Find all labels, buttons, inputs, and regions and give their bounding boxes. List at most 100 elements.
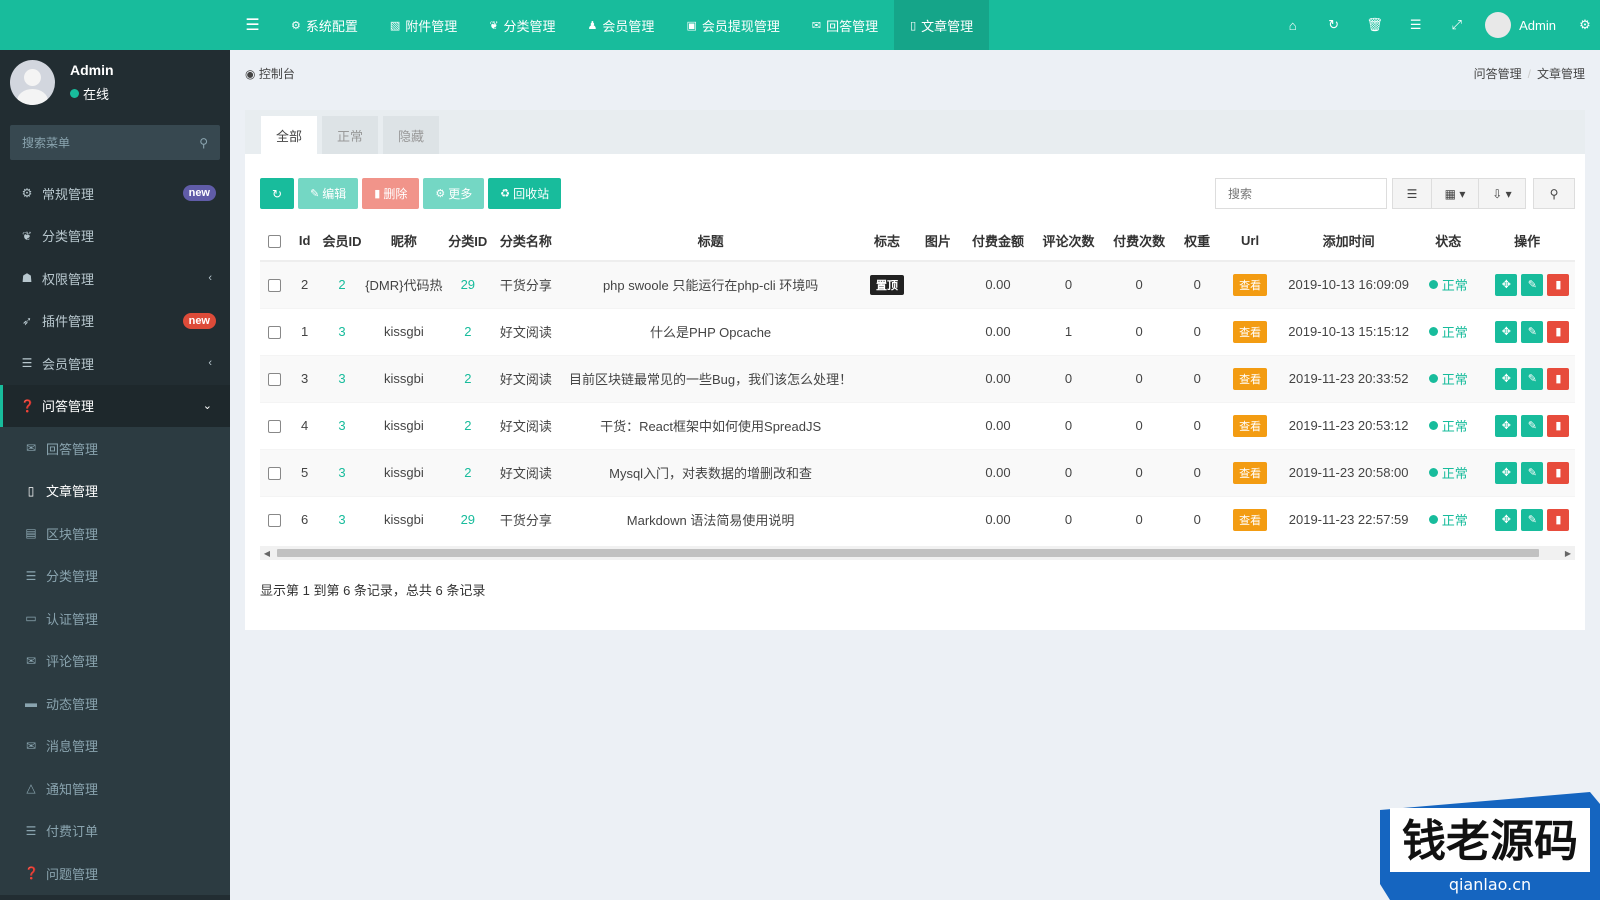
column-header[interactable]: 评论次数 <box>1033 221 1104 262</box>
sidebar-item-1[interactable]: ❦ 分类管理 <box>0 215 230 258</box>
row-checkbox[interactable] <box>260 401 290 449</box>
delete-row-button[interactable]: ▮ <box>1547 273 1570 296</box>
delete-row-button[interactable]: ▮ <box>1547 320 1570 343</box>
member_id-link[interactable]: 3 <box>338 324 345 339</box>
row-checkbox[interactable] <box>260 354 290 402</box>
sidebar-item-5[interactable]: ❓ 问答管理 ⌄ <box>0 384 230 427</box>
nav-tab-3[interactable]: ♟ 会员管理 <box>572 0 671 50</box>
delete-button[interactable]: ▮ 删除 <box>362 178 420 209</box>
table-row[interactable]: 5 3 kissgbi 2 好文阅读 Mysql入门，对表数据的增删改和查 0.00 0 0 0 查… <box>260 448 1575 496</box>
nav-tab-6[interactable]: ▯ 文章管理 <box>894 0 990 50</box>
table-row[interactable]: 4 3 kissgbi 2 好文阅读 干货：React框架中如何使用SpreadJS 0.0… <box>260 401 1575 449</box>
header-admin-name[interactable]: Admin <box>1519 18 1556 33</box>
status-badge[interactable]: 正常 <box>1428 510 1468 529</box>
nav-tab-4[interactable]: ▣ 会员提现管理 <box>670 0 795 50</box>
home-icon[interactable]: ⌂ <box>1272 18 1313 33</box>
delete-row-button[interactable]: ▮ <box>1547 508 1570 531</box>
fullscreen-icon[interactable]: ⤢ <box>1436 17 1477 33</box>
edit-row-button[interactable]: ✎ <box>1521 273 1544 296</box>
column-header[interactable]: Url <box>1220 221 1281 262</box>
view-url-button[interactable]: 查看 <box>1233 508 1268 531</box>
column-header[interactable]: 标题 <box>560 221 862 262</box>
member_id-link[interactable]: 3 <box>338 512 345 527</box>
column-header[interactable]: 分类名称 <box>491 221 561 262</box>
sidebar-subitem-10[interactable]: ❓ 问题管理 <box>0 852 230 895</box>
horizontal-scrollbar[interactable]: ◀ ▶ <box>260 546 1575 560</box>
edit-button[interactable]: ✎ 编辑 <box>298 178 359 209</box>
drag-sort-button[interactable]: ✥ <box>1495 508 1518 531</box>
row-checkbox[interactable] <box>260 307 290 355</box>
edit-row-button[interactable]: ✎ <box>1521 320 1544 343</box>
column-header[interactable]: 权重 <box>1174 221 1220 262</box>
edit-row-button[interactable]: ✎ <box>1521 461 1544 484</box>
sidebar-subitem-7[interactable]: ✉ 消息管理 <box>0 725 230 768</box>
column-header[interactable]: Id <box>289 221 321 262</box>
view-url-button[interactable]: 查看 <box>1233 414 1268 437</box>
search-icon[interactable]: ⚲ <box>199 136 208 150</box>
sidebar-subitem-8[interactable]: △ 通知管理 <box>0 767 230 810</box>
column-header[interactable]: 付费次数 <box>1103 221 1175 262</box>
delete-row-button[interactable]: ▮ <box>1547 414 1570 437</box>
tab-normal[interactable]: 正常 <box>322 116 379 154</box>
table-row[interactable]: 3 3 kissgbi 2 好文阅读 目前区块链最常见的一些Bug，我们该怎么处理！ 0.0… <box>260 354 1575 402</box>
cat_id-link[interactable]: 2 <box>464 418 471 433</box>
select-all-checkbox[interactable] <box>260 221 290 262</box>
common-search-button[interactable]: ⚲ <box>1533 178 1575 209</box>
toggle-view-button[interactable]: ☰ <box>1392 178 1432 209</box>
row-checkbox[interactable] <box>260 448 290 496</box>
status-badge[interactable]: 正常 <box>1428 463 1468 482</box>
delete-row-button[interactable]: ▮ <box>1547 367 1570 390</box>
drag-sort-button[interactable]: ✥ <box>1495 461 1518 484</box>
cat_id-link[interactable]: 2 <box>464 465 471 480</box>
status-badge[interactable]: 正常 <box>1428 369 1468 388</box>
sidebar-search-input[interactable]: 搜索菜单 ⚲ <box>10 125 220 160</box>
drag-sort-button[interactable]: ✥ <box>1495 273 1518 296</box>
sidebar-subitem-2[interactable]: ▤ 区块管理 <box>0 512 230 555</box>
cat_id-link[interactable]: 2 <box>464 371 471 386</box>
edit-row-button[interactable]: ✎ <box>1521 414 1544 437</box>
table-row[interactable]: 1 3 kissgbi 2 好文阅读 什么是PHP Opcache 0.00 1 0 0 查看 201… <box>260 307 1575 355</box>
sidebar-item-3[interactable]: ➶ 插件管理 new <box>0 300 230 343</box>
view-url-button[interactable]: 查看 <box>1233 320 1268 343</box>
sidebar-item-4[interactable]: ☰ 会员管理 ‹ <box>0 342 230 385</box>
scroll-right-icon[interactable]: ▶ <box>1561 546 1575 560</box>
view-url-button[interactable]: 查看 <box>1233 367 1268 390</box>
row-checkbox[interactable] <box>260 495 290 543</box>
nav-tab-1[interactable]: ▧ 附件管理 <box>374 0 473 50</box>
columns-button[interactable]: ▦ ▾ <box>1431 178 1479 209</box>
column-header[interactable]: 标志 <box>861 221 913 262</box>
column-header[interactable]: 付费金额 <box>962 221 1034 262</box>
breadcrumb-item-0[interactable]: 问答管理 <box>1474 67 1522 81</box>
delete-row-button[interactable]: ▮ <box>1547 461 1570 484</box>
scroll-left-icon[interactable]: ◀ <box>260 546 274 560</box>
language-icon[interactable]: ☰ <box>1395 17 1436 33</box>
sidebar-toggle-icon[interactable]: ☰ <box>230 15 275 35</box>
sidebar-item-2[interactable]: ☗ 权限管理 ‹ <box>0 257 230 300</box>
member_id-link[interactable]: 3 <box>338 418 345 433</box>
sidebar-subitem-3[interactable]: ☰ 分类管理 <box>0 555 230 598</box>
cat_id-link[interactable]: 2 <box>464 324 471 339</box>
more-button[interactable]: ⚙ 更多 <box>423 178 485 209</box>
recycle-bin-button[interactable]: ♻ 回收站 <box>488 178 562 209</box>
scroll-thumb[interactable] <box>277 549 1539 557</box>
table-row[interactable]: 2 2 {DMR}代码热 29 干货分享 php swoole 只能运行在php-cli … <box>260 260 1575 308</box>
settings-icon[interactable]: ⚙ <box>1570 17 1600 33</box>
cat_id-link[interactable]: 29 <box>461 512 475 527</box>
column-header[interactable]: 操作 <box>1479 221 1575 262</box>
status-badge[interactable]: 正常 <box>1428 416 1468 435</box>
row-checkbox[interactable] <box>260 260 290 308</box>
member_id-link[interactable]: 3 <box>338 371 345 386</box>
sidebar-subitem-1[interactable]: ▯ 文章管理 <box>0 470 230 513</box>
cat_id-link[interactable]: 29 <box>461 277 475 292</box>
column-header[interactable]: 图片 <box>912 221 963 262</box>
drag-sort-button[interactable]: ✥ <box>1495 367 1518 390</box>
nav-tab-5[interactable]: ✉ 回答管理 <box>796 0 894 50</box>
status-badge[interactable]: 正常 <box>1428 322 1468 341</box>
view-url-button[interactable]: 查看 <box>1233 461 1268 484</box>
sidebar-item-0[interactable]: ⚙ 常规管理 new <box>0 172 230 215</box>
sidebar-subitem-6[interactable]: ▬ 动态管理 <box>0 682 230 725</box>
table-row[interactable]: 6 3 kissgbi 29 干货分享 Markdown 语法简易使用说明 0.00 0 0 0 查… <box>260 495 1575 543</box>
sidebar-subitem-9[interactable]: ☰ 付费订单 <box>0 810 230 853</box>
column-header[interactable]: 状态 <box>1417 221 1480 262</box>
column-header[interactable]: 昵称 <box>363 221 444 262</box>
